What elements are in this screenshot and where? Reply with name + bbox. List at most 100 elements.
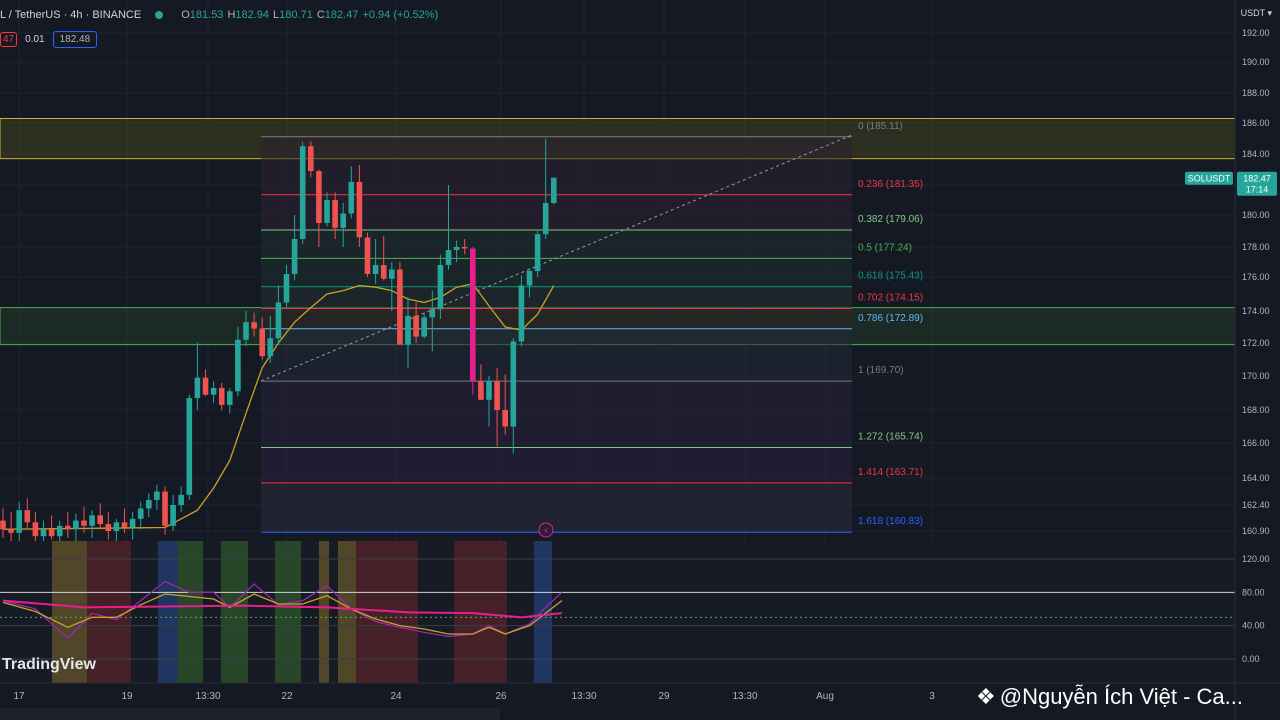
sell-button[interactable]: 47 [0,32,18,47]
currency-selector[interactable]: USDT ▾ [1241,8,1272,19]
candle-body [291,239,298,274]
fib-label: 0.5 (177.24) [858,242,912,253]
candle-body [170,505,176,526]
spread-value: 0.01 [25,34,45,45]
candle-body [65,525,71,530]
watermark-text: @Nguyễn Ích Việt - Ca... [999,684,1243,709]
candle-body [461,247,468,249]
fib-band [261,328,852,382]
candle-body [324,200,330,223]
candle-body [267,338,274,357]
high-label: H [227,9,236,21]
candle-body [551,177,557,203]
candle-body [526,271,533,286]
candle-body [348,181,355,214]
diamond-logo-icon: ❖ [976,684,996,709]
price-axis-label: 186.00 [1242,118,1270,128]
fib-band [261,381,852,448]
osc-signal-bar [454,541,507,683]
candle-body [470,248,476,382]
candle-body [453,247,460,250]
candle-body [299,146,306,239]
price-axis-label: 170.00 [1242,371,1270,381]
time-axis-label: 13:30 [571,691,596,702]
candle-body [105,524,112,531]
candle-body [129,518,136,528]
candle-body [218,387,225,405]
candle-body [73,520,79,530]
fib-band [261,308,852,329]
fib-label: 1.618 (160.83) [858,516,923,527]
fib-label: 0.618 (175.43) [858,271,923,282]
candle-body [283,274,290,303]
osc-axis-label: 120.00 [1242,554,1270,564]
candle-body [194,377,201,399]
countdown-tag: 17:14 [1246,185,1269,195]
fib-label: 0 (185.11) [858,121,903,132]
fib-band [261,286,852,309]
time-axis-label: 24 [390,691,402,702]
candle-body [210,387,217,395]
fib-label: 1 (169.70) [858,365,904,376]
osc-axis-label: 0.00 [1242,654,1260,664]
price-axis-label: 190.00 [1242,57,1270,67]
candle-body [186,398,193,495]
symbol-header: L / TetherUS · 4h · BINANCE O 181.53 H 182… [0,6,438,24]
lightning-icon: ⚡ [543,527,549,537]
open-value: 181.53 [189,9,224,21]
candle-body [397,269,403,345]
candle-body [97,515,103,525]
candle-body [113,522,120,531]
price-axis-label: 162.40 [1242,500,1270,510]
candle-body [48,529,55,537]
candle-body [81,520,87,526]
time-axis-label: 26 [495,691,507,702]
osc-signal-bar [158,541,178,683]
buy-button[interactable]: 182.48 [52,31,98,48]
price-axis-label: 174.00 [1242,306,1270,316]
oscillator-pane [0,541,1235,683]
candle-body [275,302,282,339]
price-axis-label: 180.00 [1242,210,1270,220]
candle-body [32,522,39,537]
market-status-dot [155,11,164,19]
candle-body [372,265,379,274]
time-axis-label: 29 [658,691,670,702]
candle-body [478,381,484,400]
fib-band [261,230,852,259]
candle-body [389,269,395,279]
candle-body [56,525,63,537]
candle-body [364,237,371,274]
trading-chart[interactable]: 0 (185.11) 0.236 (181.35) 0.382 (179.06) 0.… [0,0,1280,720]
fib-label: 0.786 (172.89) [858,313,923,324]
candle-body [502,410,508,427]
candle-body [332,200,338,228]
low-value: 180.71 [279,9,313,21]
candle-body [251,322,257,329]
candle-body [243,322,249,340]
candle-body [534,234,541,271]
candle-body [259,328,265,357]
price-axis-label: 172.00 [1242,338,1270,348]
candle-body [518,285,525,342]
candle-body [235,339,241,392]
chevron-down-icon: ▾ [1267,8,1272,18]
time-axis-label: 3 [929,691,935,702]
symbol-title[interactable]: L / TetherUS · 4h · BINANCE [0,9,141,21]
price-axis-label: 192.00 [1242,28,1270,38]
order-row: 47 0.01 182.48 [0,31,98,48]
candle-body [421,317,427,337]
candle-body [146,499,152,509]
osc-signal-bar [178,541,203,683]
time-axis-label: 13:30 [195,691,220,702]
candle-body [486,381,492,400]
price-axis-label: 188.00 [1242,88,1270,98]
close-label: C [316,9,325,21]
watermark: ❖ @Nguyễn Ích Việt - Ca... [976,684,1243,710]
price-axis-label: 164.00 [1242,473,1270,483]
price-axis-label: 166.00 [1242,438,1270,448]
candle-body [227,391,233,405]
candle-body [380,265,387,279]
close-value: 182.47 [324,9,359,21]
time-axis-label: 17 [13,691,25,702]
